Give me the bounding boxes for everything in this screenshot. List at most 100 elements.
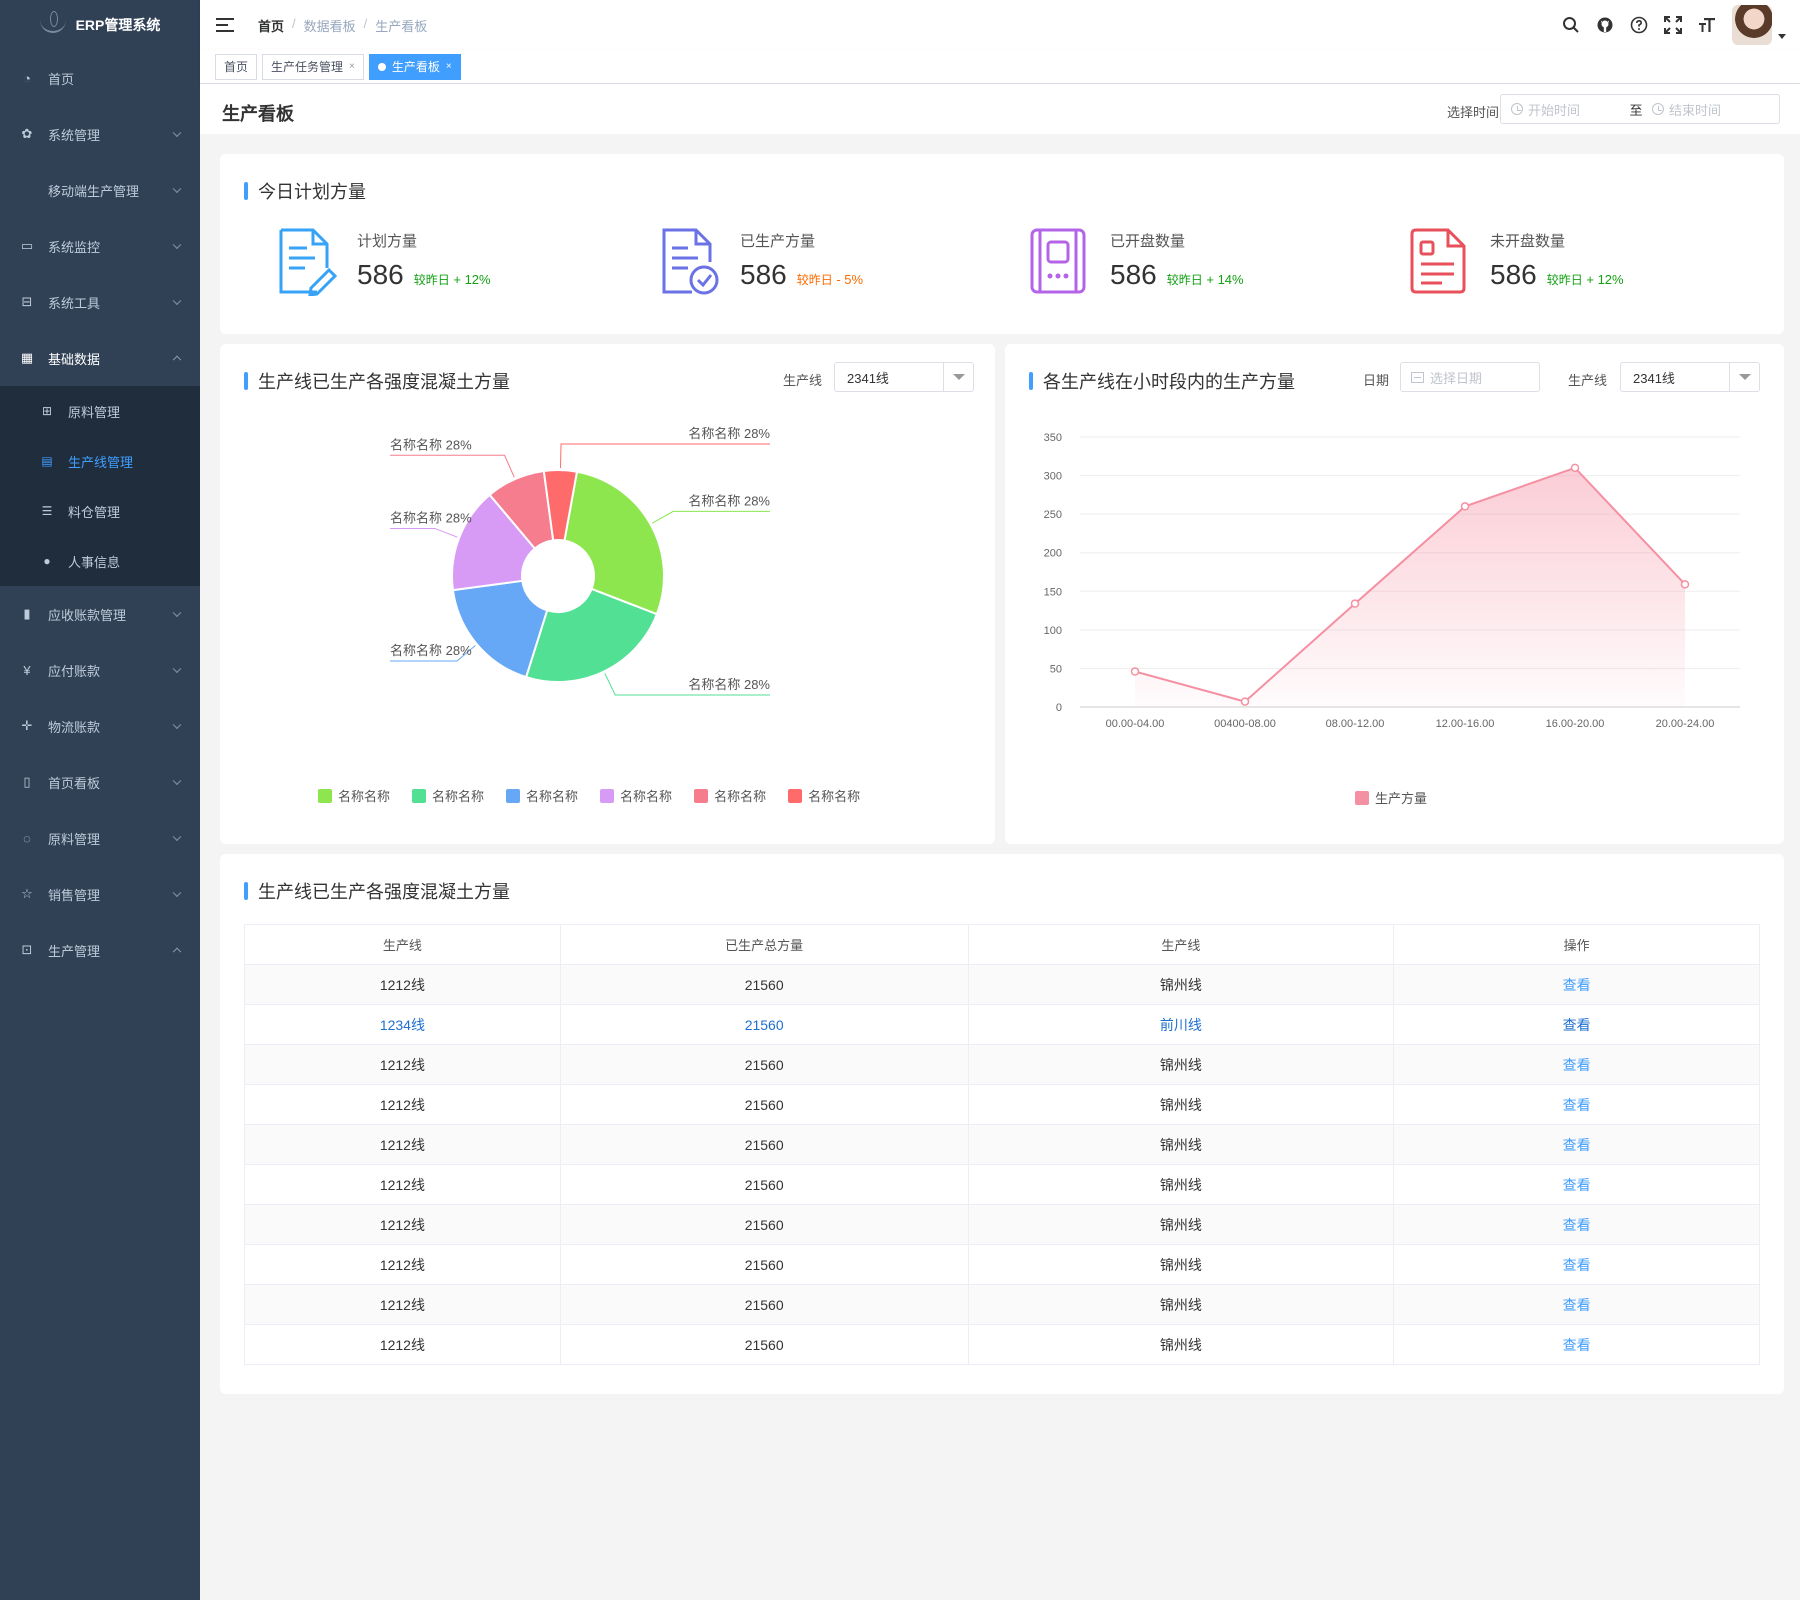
- move-icon: ✛: [21, 718, 33, 733]
- view-link[interactable]: 查看: [1393, 1004, 1760, 1045]
- list-icon: ▤: [41, 454, 53, 468]
- view-link[interactable]: 查看: [1393, 1204, 1760, 1245]
- sidebar-item[interactable]: ⊟ 系统工具: [0, 274, 200, 330]
- sidebar-item[interactable]: ◌ 原料管理: [0, 810, 200, 866]
- breadcrumb-level1[interactable]: 数据看板: [304, 16, 356, 35]
- tag-2[interactable]: 生产看板 ×: [368, 53, 461, 80]
- stat-value: 586: [1490, 259, 1537, 290]
- data-point[interactable]: [1130, 667, 1140, 676]
- dropdown-arrow-icon[interactable]: [1729, 363, 1759, 391]
- legend-item[interactable]: 生产方量: [1355, 788, 1427, 807]
- sidebar-item[interactable]: ¥ 应付账款: [0, 642, 200, 698]
- caret-down-icon[interactable]: [1778, 33, 1786, 39]
- tag-1[interactable]: 生产任务管理 ×: [262, 53, 364, 80]
- app-logo[interactable]: ERP管理系统: [0, 0, 200, 50]
- date-picker-input[interactable]: 选择日期: [1400, 362, 1540, 392]
- sidebar-item[interactable]: ☆ 销售管理: [0, 866, 200, 922]
- pie-line-select[interactable]: 2341线: [834, 362, 974, 392]
- table-cell: 21560: [559, 1284, 969, 1325]
- data-point[interactable]: [1350, 599, 1360, 608]
- breadcrumb-home[interactable]: 首页: [258, 16, 284, 35]
- sidebar-item[interactable]: ▯ 首页看板: [0, 754, 200, 810]
- sidebar-subitem[interactable]: ☰ 料仓管理: [0, 486, 200, 536]
- sidebar-item-label: 系统管理: [48, 127, 101, 143]
- table-cell: 锦州线: [967, 1164, 1395, 1205]
- fullscreen-icon[interactable]: [1664, 16, 1682, 34]
- y-tick-label: 100: [1044, 625, 1062, 637]
- yen-icon: ¥: [23, 662, 31, 678]
- data-point[interactable]: [1570, 463, 1580, 473]
- sidebar-subitem[interactable]: ▤ 生产线管理: [0, 436, 200, 486]
- avatar[interactable]: [1732, 5, 1772, 45]
- sidebar-subitem[interactable]: ● 人事信息: [0, 536, 200, 586]
- sidebar-item[interactable]: ◔ 首页: [0, 50, 200, 106]
- area-line-select[interactable]: 2341线: [1620, 362, 1760, 392]
- tag-label: 首页: [224, 60, 249, 74]
- legend-item[interactable]: 名称名称: [694, 786, 766, 805]
- date-range-picker[interactable]: 开始时间 至 结束时间: [1500, 94, 1780, 124]
- monitor-icon: ▭: [20, 238, 34, 253]
- view-link[interactable]: 查看: [1393, 1084, 1760, 1125]
- view-link[interactable]: 查看: [1393, 1244, 1760, 1285]
- toolbox-icon: ⊟: [21, 294, 33, 309]
- table-cell: 1212线: [244, 1124, 561, 1165]
- data-point[interactable]: [1460, 502, 1470, 511]
- font-size-icon[interactable]: [1698, 16, 1716, 34]
- table-cell: 21560: [559, 1204, 969, 1245]
- view-link[interactable]: 查看: [1393, 964, 1760, 1005]
- table-row: 1212线 21560 锦州线 查看: [244, 1204, 1760, 1245]
- stat-compare-value: + 12%: [453, 272, 491, 287]
- stat-produced: 已生产方量 586 较昨日 - 5%: [658, 226, 863, 296]
- legend-item[interactable]: 名称名称: [318, 786, 390, 805]
- close-icon[interactable]: ×: [446, 61, 452, 72]
- sidebar-item[interactable]: ⊡ 生产管理: [0, 922, 200, 978]
- tag-label: 生产任务管理: [271, 60, 344, 74]
- sidebar-item[interactable]: 移动端生产管理: [0, 162, 200, 218]
- stat-label: 计划方量: [357, 233, 418, 250]
- hamburger-icon[interactable]: [216, 18, 234, 32]
- view-link[interactable]: 查看: [1393, 1324, 1760, 1365]
- legend-label: 名称名称: [714, 789, 767, 804]
- sidebar-item-label: 系统监控: [48, 239, 101, 255]
- sidebar-item[interactable]: ▮ 应收账款管理: [0, 586, 200, 642]
- end-time-input[interactable]: 结束时间: [1646, 100, 1721, 119]
- table-cell: 21560: [559, 1124, 969, 1165]
- sidebar-submenu-basic-data: ⊞ 原料管理 ▤ 生产线管理 ☰ 料仓管理 ● 人事信息: [0, 386, 200, 586]
- sidebar-item-label: 系统工具: [48, 295, 101, 311]
- stat-value: 586: [1110, 259, 1157, 290]
- sidebar-item[interactable]: ▦ 基础数据: [0, 330, 200, 386]
- view-link[interactable]: 查看: [1393, 1164, 1760, 1205]
- sidebar-item[interactable]: ✿ 系统管理: [0, 106, 200, 162]
- legend-item[interactable]: 名称名称: [412, 786, 484, 805]
- produced-document-icon: [662, 228, 719, 295]
- legend-item[interactable]: 名称名称: [600, 786, 672, 805]
- sidebar-subitem[interactable]: ⊞ 原料管理: [0, 386, 200, 436]
- table-header-row: 生产线 已生产总方量 生产线 操作: [244, 924, 1760, 965]
- data-point[interactable]: [1680, 580, 1690, 589]
- pie-label-line: [651, 510, 770, 524]
- y-tick-label: 300: [1044, 471, 1062, 483]
- table-cell: 前川线: [967, 1004, 1395, 1045]
- sidebar-item[interactable]: ▭ 系统监控: [0, 218, 200, 274]
- search-icon[interactable]: [1562, 16, 1580, 34]
- factory-icon: ⊡: [21, 942, 33, 957]
- table-cell: 1234线: [244, 1004, 561, 1045]
- legend-item[interactable]: 名称名称: [788, 786, 860, 805]
- view-link[interactable]: 查看: [1393, 1284, 1760, 1325]
- dropdown-arrow-icon[interactable]: [943, 363, 973, 391]
- data-point[interactable]: [1240, 697, 1250, 706]
- pie-slice[interactable]: [563, 470, 665, 616]
- legend-item[interactable]: 名称名称: [506, 786, 578, 805]
- table-cell: 锦州线: [967, 1084, 1395, 1125]
- github-icon[interactable]: [1596, 16, 1614, 34]
- start-time-input[interactable]: 开始时间: [1501, 100, 1626, 119]
- view-link[interactable]: 查看: [1393, 1044, 1760, 1085]
- x-tick-label: 12.00-16.00: [1436, 718, 1495, 730]
- tag-0[interactable]: 首页: [215, 53, 258, 80]
- close-icon[interactable]: ×: [349, 61, 355, 72]
- sidebar-item[interactable]: ✛ 物流账款: [0, 698, 200, 754]
- view-link[interactable]: 查看: [1393, 1124, 1760, 1165]
- stat-unopened: 未开盘数量 586 较昨日 + 12%: [1408, 226, 1624, 296]
- tags-view: 首页 生产任务管理 × 生产看板 ×: [200, 50, 1800, 84]
- help-icon[interactable]: [1630, 16, 1648, 34]
